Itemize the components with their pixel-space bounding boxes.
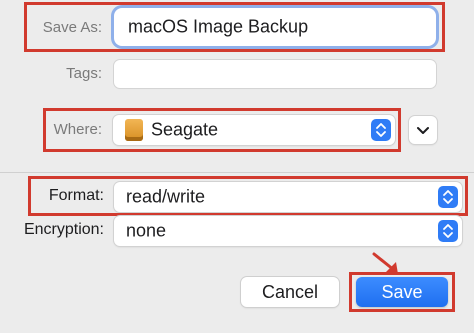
section-divider (0, 172, 474, 173)
up-down-chevron-icon (438, 220, 458, 242)
where-value: Seagate (151, 119, 219, 140)
save-as-label: Save As: (42, 19, 102, 36)
up-down-chevron-icon (371, 119, 391, 141)
save-as-field[interactable]: macOS Image Backup (114, 8, 436, 46)
encryption-popup[interactable]: none (114, 216, 462, 246)
save-dialog: Save As: macOS Image Backup Tags: Where:… (0, 0, 474, 333)
save-button[interactable]: Save (356, 277, 448, 307)
cancel-button[interactable]: Cancel (241, 277, 339, 307)
save-as-value: macOS Image Backup (128, 16, 309, 37)
encryption-label: Encryption: (23, 221, 104, 238)
encryption-value: none (126, 220, 167, 241)
up-down-chevron-icon (438, 186, 458, 208)
tags-field[interactable] (114, 60, 436, 88)
expand-button[interactable] (409, 116, 437, 144)
format-value: read/write (126, 186, 206, 207)
drive-icon (125, 119, 143, 141)
chevron-down-icon (417, 127, 429, 134)
arrow-icon (372, 252, 398, 274)
format-label: Format: (48, 187, 104, 204)
tags-label: Tags: (66, 65, 102, 82)
format-popup[interactable]: read/write (114, 182, 462, 212)
where-label: Where: (53, 121, 102, 138)
where-popup[interactable]: Seagate (113, 115, 395, 145)
